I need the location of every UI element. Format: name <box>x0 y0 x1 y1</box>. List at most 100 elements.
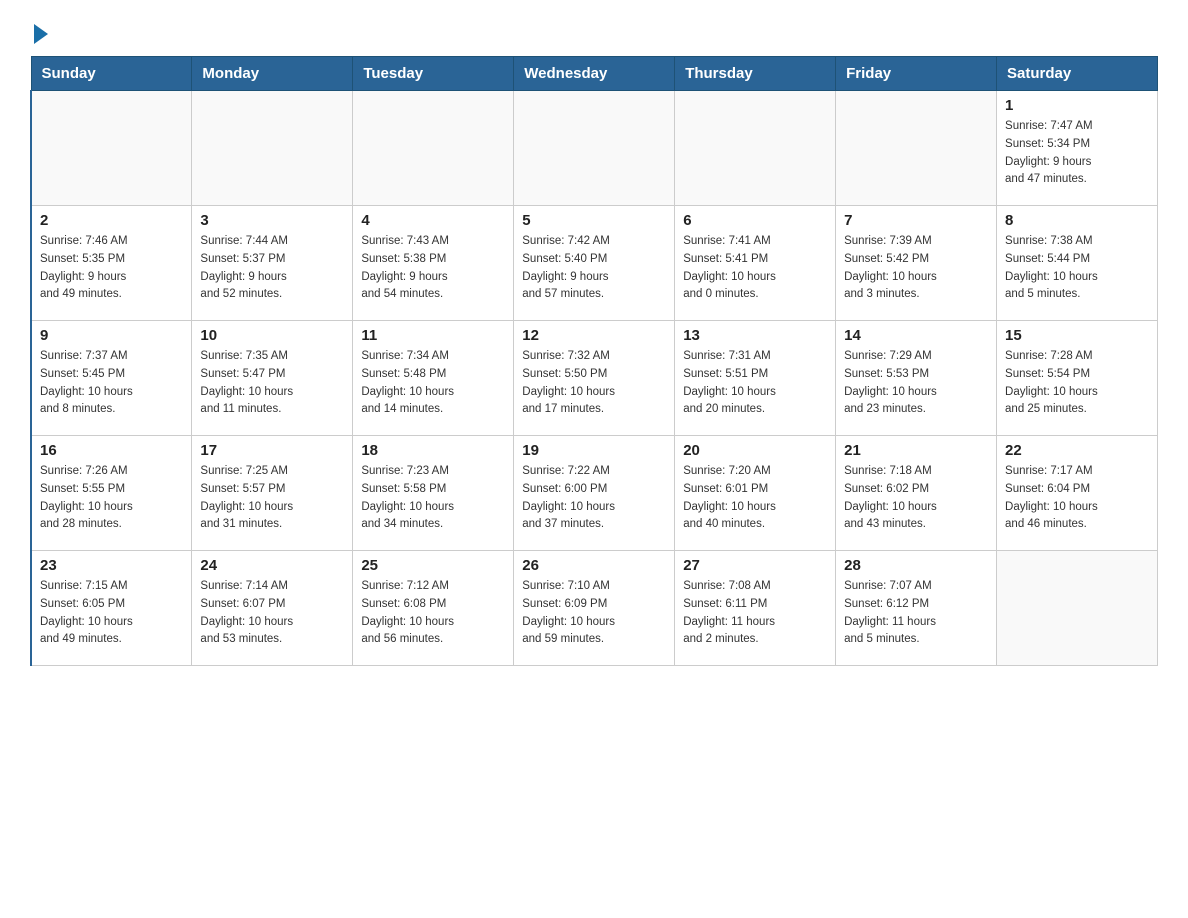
day-info: Sunrise: 7:17 AMSunset: 6:04 PMDaylight:… <box>1005 463 1149 534</box>
calendar-cell: 21 Sunrise: 7:18 AMSunset: 6:02 PMDayligh… <box>836 436 997 551</box>
day-number: 14 <box>844 327 988 344</box>
calendar-header-row: SundayMondayTuesdayWednesdayThursdayFrid… <box>31 57 1158 91</box>
day-info: Sunrise: 7:10 AMSunset: 6:09 PMDaylight:… <box>522 578 666 649</box>
day-number: 21 <box>844 442 988 459</box>
calendar-cell: 7Sunrise: 7:39 AMSunset: 5:42 PMDaylight… <box>836 206 997 321</box>
day-info: Sunrise: 7:08 AMSunset: 6:11 PMDaylight:… <box>683 578 827 649</box>
calendar-cell: 5 Sunrise: 7:42 AMSunset: 5:40 PMDaylight… <box>514 206 675 321</box>
day-info: Sunrise: 7:44 AMSunset: 5:37 PMDaylight:… <box>200 233 344 304</box>
calendar-cell <box>675 91 836 206</box>
calendar-week-row: 23Sunrise: 7:15 AMSunset: 6:05 PMDayligh… <box>31 551 1158 666</box>
day-number: 12 <box>522 327 666 344</box>
day-number: 10 <box>200 327 344 344</box>
calendar-week-row: 9 Sunrise: 7:37 AMSunset: 5:45 PMDaylight… <box>31 321 1158 436</box>
day-number: 24 <box>200 557 344 574</box>
calendar-cell: 1 Sunrise: 7:47 AMSunset: 5:34 PMDaylight… <box>997 91 1158 206</box>
day-of-week-header: Wednesday <box>514 57 675 91</box>
day-info: Sunrise: 7:32 AMSunset: 5:50 PMDaylight:… <box>522 348 666 419</box>
day-info: Sunrise: 7:20 AMSunset: 6:01 PMDaylight:… <box>683 463 827 534</box>
calendar-cell: 2Sunrise: 7:46 AMSunset: 5:35 PMDaylight… <box>31 206 192 321</box>
day-number: 3 <box>200 212 344 229</box>
day-number: 1 <box>1005 97 1149 114</box>
calendar-cell: 16 Sunrise: 7:26 AMSunset: 5:55 PMDayligh… <box>31 436 192 551</box>
day-number: 28 <box>844 557 988 574</box>
calendar-cell: 10 Sunrise: 7:35 AMSunset: 5:47 PMDayligh… <box>192 321 353 436</box>
day-info: Sunrise: 7:46 AMSunset: 5:35 PMDaylight:… <box>40 233 183 304</box>
day-of-week-header: Thursday <box>675 57 836 91</box>
day-number: 25 <box>361 557 505 574</box>
day-info: Sunrise: 7:25 AMSunset: 5:57 PMDaylight:… <box>200 463 344 534</box>
day-info: Sunrise: 7:38 AMSunset: 5:44 PMDaylight:… <box>1005 233 1149 304</box>
calendar-cell: 4 Sunrise: 7:43 AMSunset: 5:38 PMDaylight… <box>353 206 514 321</box>
day-number: 16 <box>40 442 183 459</box>
calendar-cell <box>836 91 997 206</box>
calendar-cell: 25 Sunrise: 7:12 AMSunset: 6:08 PMDayligh… <box>353 551 514 666</box>
calendar-cell: 9 Sunrise: 7:37 AMSunset: 5:45 PMDaylight… <box>31 321 192 436</box>
day-number: 15 <box>1005 327 1149 344</box>
calendar-cell: 14 Sunrise: 7:29 AMSunset: 5:53 PMDayligh… <box>836 321 997 436</box>
calendar-cell: 27Sunrise: 7:08 AMSunset: 6:11 PMDayligh… <box>675 551 836 666</box>
day-info: Sunrise: 7:43 AMSunset: 5:38 PMDaylight:… <box>361 233 505 304</box>
day-info: Sunrise: 7:22 AMSunset: 6:00 PMDaylight:… <box>522 463 666 534</box>
day-number: 5 <box>522 212 666 229</box>
day-number: 17 <box>200 442 344 459</box>
day-info: Sunrise: 7:12 AMSunset: 6:08 PMDaylight:… <box>361 578 505 649</box>
day-number: 4 <box>361 212 505 229</box>
day-info: Sunrise: 7:47 AMSunset: 5:34 PMDaylight:… <box>1005 118 1149 189</box>
calendar-cell: 23Sunrise: 7:15 AMSunset: 6:05 PMDayligh… <box>31 551 192 666</box>
day-info: Sunrise: 7:29 AMSunset: 5:53 PMDaylight:… <box>844 348 988 419</box>
calendar-cell: 19 Sunrise: 7:22 AMSunset: 6:00 PMDayligh… <box>514 436 675 551</box>
day-info: Sunrise: 7:35 AMSunset: 5:47 PMDaylight:… <box>200 348 344 419</box>
calendar-week-row: 2Sunrise: 7:46 AMSunset: 5:35 PMDaylight… <box>31 206 1158 321</box>
calendar-cell: 6 Sunrise: 7:41 AMSunset: 5:41 PMDaylight… <box>675 206 836 321</box>
day-info: Sunrise: 7:31 AMSunset: 5:51 PMDaylight:… <box>683 348 827 419</box>
calendar-cell: 22 Sunrise: 7:17 AMSunset: 6:04 PMDayligh… <box>997 436 1158 551</box>
day-of-week-header: Sunday <box>31 57 192 91</box>
calendar-week-row: 1 Sunrise: 7:47 AMSunset: 5:34 PMDaylight… <box>31 91 1158 206</box>
day-info: Sunrise: 7:34 AMSunset: 5:48 PMDaylight:… <box>361 348 505 419</box>
calendar-cell <box>192 91 353 206</box>
calendar-cell: 20 Sunrise: 7:20 AMSunset: 6:01 PMDayligh… <box>675 436 836 551</box>
page-header <box>30 20 1158 40</box>
calendar-cell: 8 Sunrise: 7:38 AMSunset: 5:44 PMDaylight… <box>997 206 1158 321</box>
calendar-cell: 15Sunrise: 7:28 AMSunset: 5:54 PMDayligh… <box>997 321 1158 436</box>
day-number: 6 <box>683 212 827 229</box>
day-of-week-header: Monday <box>192 57 353 91</box>
day-of-week-header: Saturday <box>997 57 1158 91</box>
day-number: 11 <box>361 327 505 344</box>
calendar-cell <box>31 91 192 206</box>
day-number: 19 <box>522 442 666 459</box>
calendar-cell: 26 Sunrise: 7:10 AMSunset: 6:09 PMDayligh… <box>514 551 675 666</box>
calendar-cell <box>353 91 514 206</box>
day-number: 8 <box>1005 212 1149 229</box>
calendar-cell: 11 Sunrise: 7:34 AMSunset: 5:48 PMDayligh… <box>353 321 514 436</box>
day-info: Sunrise: 7:39 AMSunset: 5:42 PMDaylight:… <box>844 233 988 304</box>
logo-arrow-icon <box>34 24 48 44</box>
day-number: 13 <box>683 327 827 344</box>
day-info: Sunrise: 7:42 AMSunset: 5:40 PMDaylight:… <box>522 233 666 304</box>
calendar-cell: 24 Sunrise: 7:14 AMSunset: 6:07 PMDayligh… <box>192 551 353 666</box>
day-number: 9 <box>40 327 183 344</box>
calendar-cell <box>514 91 675 206</box>
calendar-cell <box>997 551 1158 666</box>
calendar-cell: 12 Sunrise: 7:32 AMSunset: 5:50 PMDayligh… <box>514 321 675 436</box>
day-info: Sunrise: 7:37 AMSunset: 5:45 PMDaylight:… <box>40 348 183 419</box>
day-info: Sunrise: 7:14 AMSunset: 6:07 PMDaylight:… <box>200 578 344 649</box>
day-info: Sunrise: 7:41 AMSunset: 5:41 PMDaylight:… <box>683 233 827 304</box>
day-info: Sunrise: 7:23 AMSunset: 5:58 PMDaylight:… <box>361 463 505 534</box>
day-number: 20 <box>683 442 827 459</box>
calendar-table: SundayMondayTuesdayWednesdayThursdayFrid… <box>30 56 1158 666</box>
day-info: Sunrise: 7:18 AMSunset: 6:02 PMDaylight:… <box>844 463 988 534</box>
day-info: Sunrise: 7:26 AMSunset: 5:55 PMDaylight:… <box>40 463 183 534</box>
day-number: 23 <box>40 557 183 574</box>
calendar-cell: 17 Sunrise: 7:25 AMSunset: 5:57 PMDayligh… <box>192 436 353 551</box>
calendar-cell: 13 Sunrise: 7:31 AMSunset: 5:51 PMDayligh… <box>675 321 836 436</box>
day-number: 18 <box>361 442 505 459</box>
logo <box>30 20 48 40</box>
day-info: Sunrise: 7:07 AMSunset: 6:12 PMDaylight:… <box>844 578 988 649</box>
day-number: 26 <box>522 557 666 574</box>
calendar-week-row: 16 Sunrise: 7:26 AMSunset: 5:55 PMDayligh… <box>31 436 1158 551</box>
day-of-week-header: Friday <box>836 57 997 91</box>
calendar-cell: 28 Sunrise: 7:07 AMSunset: 6:12 PMDayligh… <box>836 551 997 666</box>
day-number: 22 <box>1005 442 1149 459</box>
